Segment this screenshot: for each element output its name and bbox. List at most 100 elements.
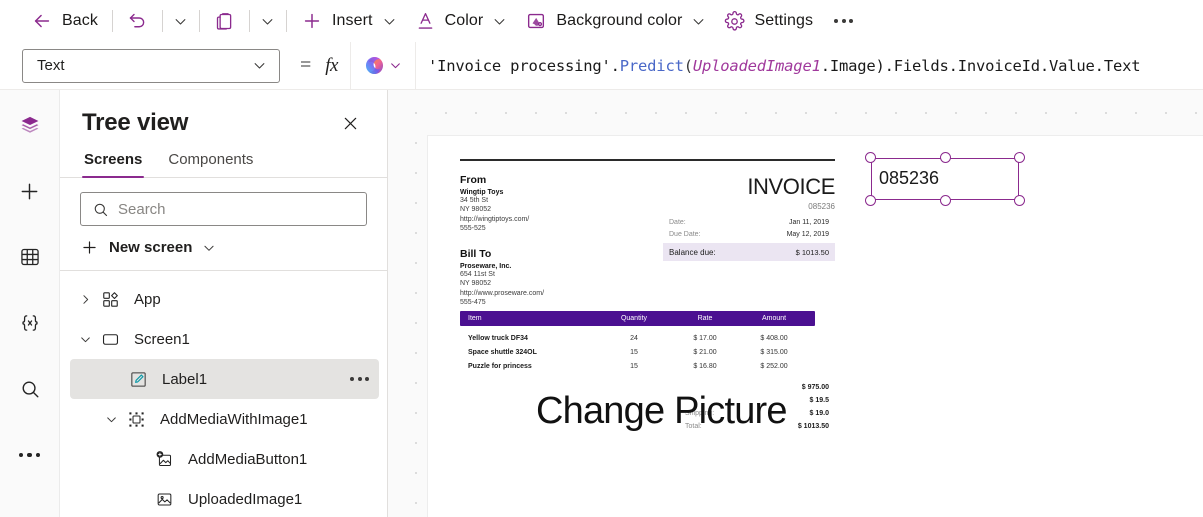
resize-handle-bottom-left[interactable]	[865, 195, 876, 206]
cell-rate: $ 21.00	[693, 348, 717, 356]
canvas-area[interactable]: From Wingtip Toys 34 5th St NY 98052 htt…	[388, 90, 1203, 517]
invoice-top-rule	[460, 159, 835, 161]
search-container	[60, 178, 387, 226]
formula-input[interactable]: 'Invoice processing'. Predict(UploadedIma…	[416, 42, 1203, 89]
app-icon	[96, 290, 124, 309]
tree-item-more-button[interactable]	[350, 377, 369, 381]
invoice-from-heading: From	[460, 173, 487, 186]
close-panel-button[interactable]	[335, 108, 365, 138]
invoice-meta-value: Jan 11, 2019	[789, 218, 829, 226]
color-button[interactable]: Color	[406, 5, 517, 37]
search-box[interactable]	[80, 192, 367, 226]
tree-item-addmediabutton1[interactable]: AddMediaButton1	[70, 439, 379, 479]
tree-item-label1[interactable]: Label1	[70, 359, 379, 399]
tree-item-uploadedimage1[interactable]: UploadedImage1	[70, 479, 379, 517]
back-button[interactable]: Back	[22, 5, 107, 37]
workspace: Tree view Screens Components Search New …	[0, 90, 1203, 517]
tree-item-screen1[interactable]: Screen1	[70, 319, 379, 359]
braces-x-icon	[19, 312, 41, 334]
cell-item: Space shuttle 324OL	[468, 348, 537, 356]
selected-control-label1[interactable]: 085236	[865, 152, 1025, 206]
chevron-down-icon	[254, 63, 265, 69]
formula-string: 'Invoice processing'	[428, 56, 611, 75]
tree-item-app[interactable]: App	[70, 279, 379, 319]
page-title: Tree view	[82, 109, 189, 136]
search-icon	[92, 201, 109, 218]
app-screen[interactable]: From Wingtip Toys 34 5th St NY 98052 htt…	[428, 136, 1203, 517]
invoice-from-line: NY 98052	[460, 206, 492, 213]
chevron-down-icon	[494, 18, 505, 25]
formula-variable: UploadedImage1	[692, 56, 821, 75]
paste-dropdown-button[interactable]	[255, 6, 281, 36]
label1-text: 085236	[879, 168, 940, 188]
more-commands-button[interactable]	[822, 6, 865, 36]
resize-handle-bottom-center[interactable]	[939, 195, 951, 206]
chevron-down-icon	[263, 18, 273, 25]
tree-item-label: UploadedImage1	[188, 490, 303, 508]
chevron-down-icon[interactable]	[100, 413, 122, 426]
layers-icon	[19, 114, 41, 136]
invoice-billto-line: 555-475	[460, 299, 486, 306]
background-color-button[interactable]: Background color	[516, 5, 715, 37]
image-icon	[150, 490, 178, 509]
invoice-balance-row: Balance due: $ 1013.50	[663, 243, 835, 261]
rail-item-more[interactable]	[8, 430, 52, 480]
new-screen-label: New screen	[109, 239, 193, 256]
undo-button[interactable]	[118, 5, 157, 37]
power-apps-studio: Back Insert Color Background color Setti…	[0, 0, 1203, 517]
rail-item-insert[interactable]	[8, 166, 52, 216]
property-selector[interactable]: Text	[22, 48, 280, 83]
cell-quantity: 24	[630, 334, 638, 342]
invoice-billto-line: NY 98052	[460, 280, 492, 287]
settings-button[interactable]: Settings	[715, 5, 822, 37]
invoice-meta-key: Due Date:	[669, 230, 701, 238]
resize-handle-top-right[interactable]	[1014, 152, 1025, 163]
resize-handle-top-left[interactable]	[865, 152, 876, 163]
left-rail	[0, 90, 60, 517]
screen-icon	[96, 330, 124, 349]
add-media-button-text[interactable]: Change Picture	[536, 390, 788, 433]
invoice-meta: Date: Jan 11, 2019 Due Date: May 12, 201…	[663, 216, 835, 261]
paste-button[interactable]	[205, 5, 244, 37]
resize-handle-bottom-right[interactable]	[1014, 195, 1025, 206]
uploaded-invoice-image[interactable]: From Wingtip Toys 34 5th St NY 98052 htt…	[460, 159, 835, 430]
column-header-amount: Amount	[761, 315, 787, 322]
search-icon	[19, 378, 41, 400]
tab-screens[interactable]: Screens	[82, 148, 145, 178]
search-input[interactable]	[118, 200, 355, 218]
totals-value: $ 975.00	[801, 384, 829, 391]
cell-rate: $ 17.00	[693, 334, 717, 342]
formula-rest: .Fields.InvoiceId.Value.Text	[884, 56, 1141, 75]
rail-item-search[interactable]	[8, 364, 52, 414]
tree-item-addmediawithimage1[interactable]: AddMediaWithImage1	[70, 399, 379, 439]
column-header-rate: Rate	[697, 315, 713, 322]
font-color-icon	[415, 11, 436, 32]
ellipsis-dot	[27, 452, 32, 458]
ellipsis-dot	[841, 19, 846, 23]
invoice-line-items-table: Item Quantity Rate Amount Yellow truck D…	[460, 311, 815, 373]
table-icon	[19, 246, 41, 268]
divider	[198, 10, 200, 32]
copilot-icon	[364, 55, 385, 76]
totals-value: $ 1013.50	[797, 423, 829, 430]
new-screen-button[interactable]: New screen	[60, 226, 387, 271]
tree-list: App Screen1 Label1 AddMediaWithImage1 Ad…	[60, 271, 387, 517]
color-label: Color	[444, 12, 484, 29]
rail-item-data[interactable]	[8, 232, 52, 282]
invoice-meta-value: May 12, 2019	[786, 230, 829, 238]
copilot-button[interactable]	[350, 42, 416, 89]
rail-item-variables[interactable]	[8, 298, 52, 348]
insert-button[interactable]: Insert	[292, 5, 406, 37]
chevron-down-icon[interactable]	[74, 333, 96, 346]
column-header-quantity: Quantity	[620, 315, 648, 322]
invoice-billto-name: Proseware, Inc.	[460, 262, 512, 270]
undo-dropdown-button[interactable]	[168, 6, 194, 36]
resize-handle-top-center[interactable]	[939, 152, 951, 163]
undo-icon	[127, 11, 148, 32]
chevron-down-icon	[176, 18, 186, 25]
tab-components[interactable]: Components	[166, 148, 255, 177]
rail-item-tree-view[interactable]	[8, 100, 52, 150]
formula-bar: Text = fx 'Invoice processing' . Predict…	[0, 42, 1203, 90]
chevron-right-icon[interactable]	[74, 293, 96, 306]
ellipsis-dot	[350, 377, 354, 381]
